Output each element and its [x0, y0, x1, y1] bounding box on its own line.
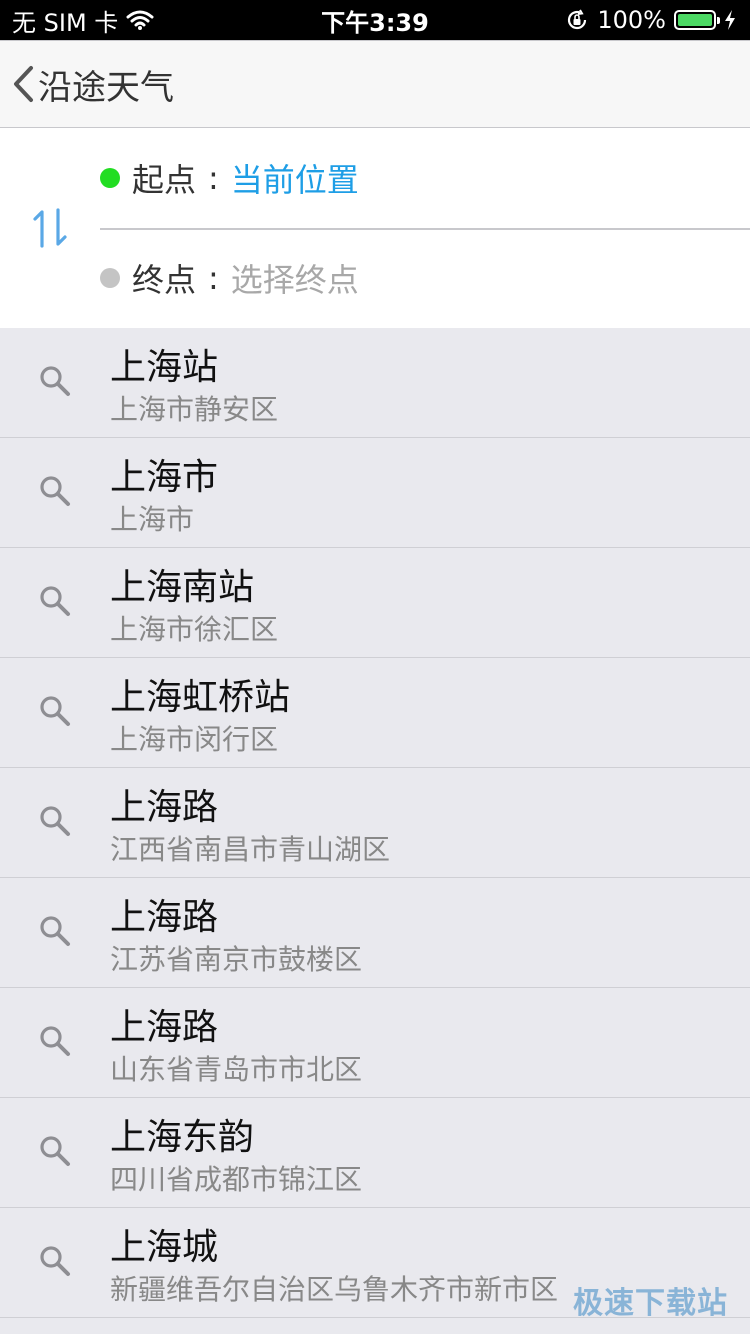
search-results-list: 上海站 上海市静安区 上海市 上海市 上海南站 上海市徐汇区 上海虹桥站 上海市… — [0, 328, 750, 1318]
list-item[interactable]: 上海市 上海市 — [0, 438, 750, 548]
result-name: 上海城 — [110, 1227, 219, 1268]
status-right: 100% — [565, 0, 736, 40]
search-icon — [40, 1136, 70, 1166]
result-name: 上海路 — [110, 787, 219, 828]
end-separator: : — [208, 259, 219, 297]
chevron-left-icon — [14, 66, 33, 102]
swap-vertical-icon — [33, 208, 67, 248]
result-address: 四川省成都市锦江区 — [110, 1163, 363, 1196]
page-title: 沿途天气 — [38, 67, 174, 108]
watermark: 极速下载站 — [573, 1286, 728, 1321]
nav-bar: 沿途天气 — [0, 40, 750, 128]
route-divider — [100, 228, 750, 230]
result-name: 上海路 — [110, 1007, 219, 1048]
result-name: 上海虹桥站 — [110, 677, 291, 718]
result-name: 上海站 — [110, 347, 219, 388]
result-address: 新疆维吾尔自治区乌鲁木齐市新市区 — [110, 1273, 559, 1306]
battery-icon — [674, 10, 720, 30]
search-icon — [40, 1246, 70, 1276]
route-end-row[interactable]: 终点 : 选择终点 — [100, 248, 359, 308]
result-address: 上海市 — [110, 503, 195, 536]
result-address: 上海市静安区 — [110, 393, 279, 426]
result-name: 上海东韵 — [110, 1117, 255, 1158]
search-icon — [40, 586, 70, 616]
start-separator: : — [208, 159, 219, 197]
time-label: 下午3:39 — [321, 8, 429, 37]
start-label: 起点 — [132, 161, 197, 199]
search-icon — [40, 696, 70, 726]
start-value: 当前位置 — [230, 161, 359, 199]
list-item[interactable]: 上海路 江苏省南京市鼓楼区 — [0, 878, 750, 988]
list-item[interactable]: 上海路 江西省南昌市青山湖区 — [0, 768, 750, 878]
list-item[interactable]: 上海东韵 四川省成都市锦江区 — [0, 1098, 750, 1208]
result-name: 上海南站 — [110, 567, 255, 608]
search-icon — [40, 916, 70, 946]
search-icon — [40, 476, 70, 506]
result-address: 上海市闵行区 — [110, 723, 279, 756]
orientation-lock-icon — [568, 9, 587, 30]
list-item[interactable]: 上海南站 上海市徐汇区 — [0, 548, 750, 658]
list-item[interactable]: 上海路 山东省青岛市市北区 — [0, 988, 750, 1098]
result-address: 上海市徐汇区 — [110, 613, 279, 646]
end-value: 选择终点 — [230, 261, 359, 299]
swap-route-button[interactable] — [30, 206, 70, 250]
result-address: 江苏省南京市鼓楼区 — [110, 943, 363, 976]
result-name: 上海市 — [110, 457, 219, 498]
route-panel: 起点 : 当前位置 终点 : 选择终点 — [0, 128, 750, 328]
result-address: 江西省南昌市青山湖区 — [110, 833, 391, 866]
result-address: 山东省青岛市市北区 — [110, 1053, 363, 1086]
battery-level — [678, 14, 712, 26]
back-button[interactable]: 沿途天气 — [12, 41, 174, 127]
status-bar: 无 SIM 卡 下午3:39 100% — [0, 0, 750, 40]
end-label: 终点 — [132, 261, 197, 299]
search-icon — [40, 806, 70, 836]
list-item[interactable]: 上海站 上海市静安区 — [0, 328, 750, 438]
start-dot-icon — [100, 168, 120, 188]
search-icon — [40, 366, 70, 396]
search-icon — [40, 1026, 70, 1056]
result-name: 上海路 — [110, 897, 219, 938]
list-item[interactable]: 上海虹桥站 上海市闵行区 — [0, 658, 750, 768]
battery-percent: 100% — [597, 6, 666, 34]
charging-bolt-icon — [725, 10, 735, 30]
route-start-row[interactable]: 起点 : 当前位置 — [100, 148, 359, 208]
end-dot-icon — [100, 268, 120, 288]
